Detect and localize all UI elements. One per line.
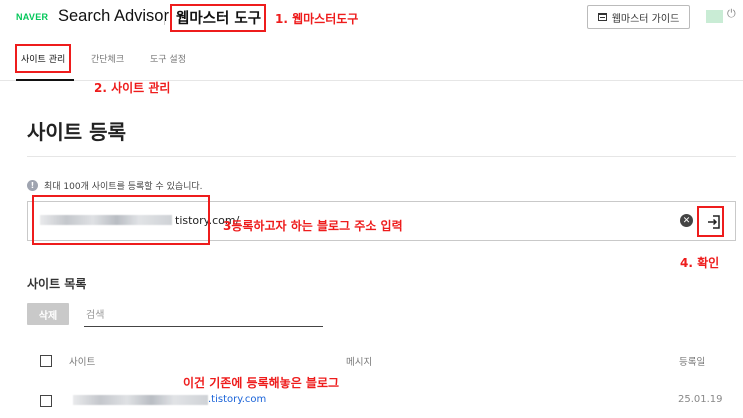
site-search-box xyxy=(84,303,323,327)
top-bar: NAVER Search Advisor 웹마스터 도구 웹마스터 가이드 ⏻ xyxy=(0,0,743,36)
notice-text: 최대 100개 사이트를 등록할 수 있습니다. xyxy=(44,182,203,192)
site-list-title: 사이트 목록 xyxy=(27,277,87,291)
select-all-checkbox[interactable] xyxy=(40,355,52,367)
clear-circle-icon[interactable]: ✕ xyxy=(680,214,693,227)
delete-button[interactable]: 삭제 xyxy=(27,303,69,325)
annotation-step2: 2. 사이트 관리 xyxy=(94,81,171,95)
site-search-input[interactable] xyxy=(84,304,323,327)
annotation-box-step4 xyxy=(697,206,724,237)
document-icon xyxy=(597,13,607,21)
info-icon: ! xyxy=(27,180,38,191)
annotation-box-step3 xyxy=(32,195,210,245)
annotation-existing-blog: 이건 기존에 등록해놓은 블로그 xyxy=(183,376,340,390)
annotation-step3: 3등록하고자 하는 블로그 주소 입력 xyxy=(223,219,403,233)
site-link[interactable]: .tistory.com xyxy=(208,394,266,405)
row-checkbox[interactable] xyxy=(40,395,52,407)
registration-date: 25.01.19 xyxy=(678,394,723,405)
tab-quick-check[interactable]: 간단체크 xyxy=(91,52,124,65)
annotation-step4: 4. 확인 xyxy=(680,256,720,270)
column-message: 메시지 xyxy=(346,357,373,368)
webmaster-guide-button[interactable]: 웹마스터 가이드 xyxy=(587,5,690,29)
webmaster-guide-label: 웹마스터 가이드 xyxy=(611,13,680,25)
search-advisor-logo[interactable]: Search Advisor xyxy=(58,7,169,26)
title-divider-line xyxy=(27,156,736,157)
register-notice: ! 최대 100개 사이트를 등록할 수 있습니다. xyxy=(27,179,203,192)
power-toggle[interactable] xyxy=(706,10,723,23)
tab-tool-settings[interactable]: 도구 설정 xyxy=(150,52,186,65)
power-icon[interactable]: ⏻ xyxy=(727,7,736,21)
active-tab-indicator xyxy=(16,79,74,81)
redacted-site-prefix xyxy=(73,395,208,405)
title-divider xyxy=(164,11,165,25)
annotation-box-step2 xyxy=(15,44,71,73)
page-title: 사이트 등록 xyxy=(27,120,126,144)
naver-logo[interactable]: NAVER xyxy=(16,12,48,22)
annotation-step1: 1. 웹마스터도구 xyxy=(275,12,359,26)
annotation-box-step1 xyxy=(170,4,266,32)
column-site: 사이트 xyxy=(69,357,96,368)
column-date: 등록일 xyxy=(679,357,706,368)
